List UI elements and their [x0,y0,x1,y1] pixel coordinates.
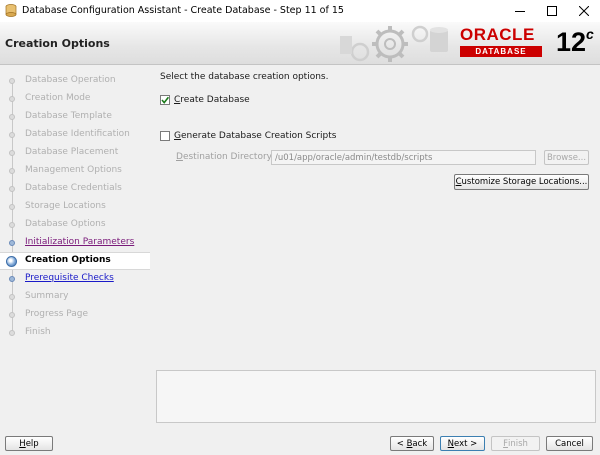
generate-scripts-label: Generate Database Creation Scripts [174,131,337,141]
sidebar-step-database-operation: Database Operation [0,72,150,90]
maximize-button[interactable] [536,0,568,22]
step-dot-icon [9,222,15,228]
maximize-icon [547,6,557,16]
sidebar-step-summary: Summary [0,288,150,306]
instructions-text: Select the database creation options. [160,72,329,82]
step-dot-icon [9,204,15,210]
step-navigation: Database Operation Creation Mode Database … [0,65,150,425]
sidebar-step-finish: Finish [0,324,150,342]
create-database-option[interactable]: Create Database [160,94,250,107]
step-dot-icon [9,240,15,246]
create-database-label: Create Database [174,95,250,105]
generate-scripts-option[interactable]: Generate Database Creation Scripts [160,130,336,143]
step-dot-icon [9,114,15,120]
sidebar-step-label: Creation Options [25,255,111,265]
sidebar-step-label: Management Options [25,165,122,175]
version-badge: 12c [556,26,594,58]
gears-graphic [340,25,448,62]
back-button[interactable]: < Back [390,436,434,451]
sidebar-step-initialization-parameters[interactable]: Initialization Parameters [0,234,150,252]
header-banner: Creation Options ORACLE DATABASE 12c [0,22,600,65]
sidebar-step-database-options: Database Options [0,216,150,234]
generate-scripts-checkbox[interactable] [160,131,170,141]
help-button[interactable]: Help [5,436,53,451]
oracle-wordmark: ORACLE [460,25,535,44]
step-dot-icon [9,132,15,138]
app-icon [5,4,17,17]
sidebar-step-label: Summary [25,291,69,301]
destination-directory-label: Destination Directory: [176,152,275,162]
sidebar-step-database-template: Database Template [0,108,150,126]
step-dot-icon [9,96,15,102]
database-wordmark: DATABASE [460,46,542,57]
page-title: Creation Options [5,37,110,50]
next-button[interactable]: Next > [440,436,485,451]
messages-panel [156,370,596,423]
version-suffix: c [586,26,594,42]
sidebar-step-label: Prerequisite Checks [25,273,114,283]
checkmark-icon [161,96,170,104]
minimize-button[interactable] [504,0,536,22]
finish-button[interactable]: Finish [491,436,540,451]
cancel-button[interactable]: Cancel [546,436,593,451]
step-dot-icon [9,330,15,336]
sidebar-step-prerequisite-checks[interactable]: Prerequisite Checks [0,270,150,288]
sidebar-step-management-options: Management Options [0,162,150,180]
sidebar-step-label: Initialization Parameters [25,237,135,247]
destination-directory-field[interactable]: /u01/app/oracle/admin/testdb/scripts [271,150,536,165]
step-dot-icon [9,78,15,84]
step-dot-icon [9,276,15,282]
step-dot-icon [9,168,15,174]
sidebar-step-database-identification: Database Identification [0,126,150,144]
sidebar-step-label: Database Credentials [25,183,122,193]
window-title: Database Configuration Assistant - Creat… [22,5,344,16]
sidebar-step-creation-mode: Creation Mode [0,90,150,108]
customize-storage-locations-button[interactable]: Customize Storage Locations... [454,174,589,190]
sidebar-step-label: Database Operation [25,75,116,85]
sidebar-step-label: Database Placement [25,147,119,157]
oracle-database-logo: ORACLE DATABASE [460,26,548,60]
sidebar-step-label: Creation Mode [25,93,91,103]
title-bar: Database Configuration Assistant - Creat… [0,0,600,23]
sidebar-step-label: Storage Locations [25,201,106,211]
close-button[interactable] [568,0,600,22]
sidebar-step-creation-options: Creation Options [0,252,150,270]
sidebar-step-label: Finish [25,327,51,337]
sidebar-step-storage-locations: Storage Locations [0,198,150,216]
step-dot-icon [9,150,15,156]
version-number: 12 [556,27,587,57]
step-dot-icon [9,294,15,300]
step-dot-icon [6,256,17,267]
step-dot-icon [9,312,15,318]
close-icon [579,6,589,16]
minimize-icon [515,11,525,12]
sidebar-step-label: Database Template [25,111,112,121]
sidebar-step-progress-page: Progress Page [0,306,150,324]
browse-button[interactable]: Browse... [544,150,589,165]
sidebar-step-label: Progress Page [25,309,89,319]
create-database-checkbox[interactable] [160,95,170,105]
sidebar-step-label: Database Options [25,219,106,229]
sidebar-step-label: Database Identification [25,129,130,139]
sidebar-step-database-placement: Database Placement [0,144,150,162]
step-dot-icon [9,186,15,192]
sidebar-step-database-credentials: Database Credentials [0,180,150,198]
